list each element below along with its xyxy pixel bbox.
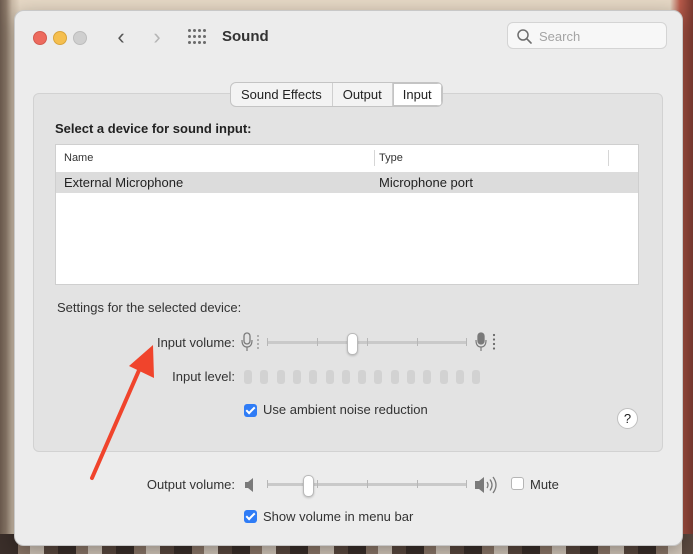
- output-volume-label: Output volume:: [146, 477, 235, 492]
- mute-label: Mute: [530, 477, 559, 492]
- close-window-button[interactable]: [33, 31, 47, 45]
- tab-input[interactable]: Input: [392, 83, 442, 106]
- microphone-high-icon: [475, 332, 496, 351]
- speaker-high-icon: [475, 476, 497, 494]
- column-header-name[interactable]: Name: [64, 145, 93, 171]
- input-level-bar: [390, 370, 399, 384]
- window-title: Sound: [222, 28, 269, 45]
- device-type-cell: Microphone port: [379, 175, 473, 190]
- microphone-low-icon: [241, 332, 259, 351]
- input-level-bar: [423, 370, 432, 384]
- system-preferences-window: ‹ › Sound Search Sound Effects Output In…: [14, 10, 683, 546]
- column-header-type[interactable]: Type: [379, 145, 403, 171]
- show-all-grid-icon[interactable]: [188, 29, 207, 45]
- help-button[interactable]: ?: [617, 408, 638, 429]
- input-level-bar: [455, 370, 464, 384]
- mute-checkbox[interactable]: [511, 477, 524, 490]
- table-row[interactable]: External Microphone Microphone port: [56, 172, 638, 193]
- input-level-bar: [244, 370, 252, 384]
- ambient-noise-reduction-label: Use ambient noise reduction: [263, 402, 428, 417]
- zoom-window-button[interactable]: [73, 31, 87, 45]
- input-level-bar: [439, 370, 448, 384]
- input-level-bar: [276, 370, 285, 384]
- input-device-table[interactable]: Name Type External Microphone Microphone…: [55, 144, 639, 285]
- input-level-bar: [374, 370, 383, 384]
- input-level-bar: [325, 370, 334, 384]
- device-name-cell: External Microphone: [64, 175, 184, 190]
- ambient-noise-reduction-checkbox[interactable]: [244, 404, 257, 417]
- settings-label: Settings for the selected device:: [57, 300, 242, 315]
- input-level-bar: [260, 370, 269, 384]
- back-arrow-icon[interactable]: ‹: [111, 25, 131, 49]
- output-volume-knob[interactable]: [302, 475, 314, 497]
- search-placeholder: Search: [539, 29, 581, 44]
- input-level-bar: [341, 370, 350, 384]
- speaker-low-icon: [245, 478, 253, 492]
- input-volume-knob[interactable]: [346, 333, 358, 355]
- search-field[interactable]: Search: [507, 22, 667, 49]
- show-volume-menubar-label: Show volume in menu bar: [263, 509, 414, 524]
- input-level-label: Input level:: [172, 369, 235, 384]
- tab-sound-effects[interactable]: Sound Effects: [231, 83, 333, 106]
- search-icon: [517, 29, 532, 44]
- input-level-bar: [472, 370, 481, 384]
- tab-output[interactable]: Output: [333, 83, 393, 106]
- input-level-bar: [407, 370, 415, 384]
- input-level-bar: [358, 370, 367, 384]
- input-volume-label: Input volume:: [156, 335, 235, 350]
- show-volume-menubar-checkbox[interactable]: [244, 510, 257, 523]
- input-level-bar: [292, 370, 301, 384]
- tab-bar: Sound Effects Output Input: [230, 82, 443, 107]
- device-list-heading: Select a device for sound input:: [55, 121, 252, 136]
- input-level-bar: [309, 370, 318, 384]
- forward-arrow-icon[interactable]: ›: [147, 25, 167, 49]
- window-toolbar: ‹ › Sound Search: [15, 11, 682, 63]
- minimize-window-button[interactable]: [53, 31, 67, 45]
